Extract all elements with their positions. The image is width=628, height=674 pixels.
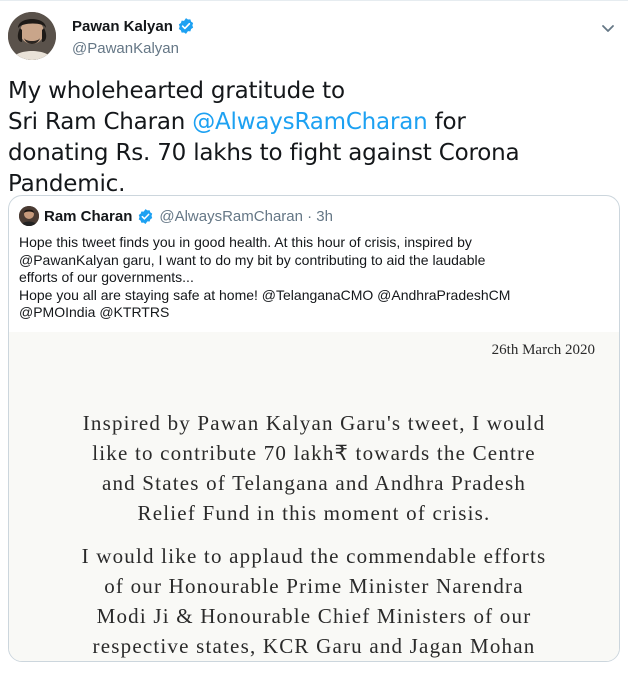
profile-photo-icon	[19, 206, 39, 226]
verified-badge-icon	[177, 17, 195, 35]
author-name-row: Pawan Kalyan	[72, 17, 195, 35]
image-date: 26th March 2020	[491, 342, 595, 358]
quoted-avatar[interactable]	[19, 206, 39, 226]
quoted-tweet-image[interactable]: 26th March 2020 Inspired by Pawan Kalyan…	[9, 332, 619, 661]
verified-badge-icon	[137, 208, 154, 225]
author-display-name[interactable]: Pawan Kalyan	[72, 18, 173, 35]
tweet-text: My wholehearted gratitude to Sri Ram Cha…	[8, 76, 626, 200]
chevron-down-icon[interactable]	[598, 18, 618, 38]
quoted-handle-and-time: @AlwaysRamCharan · 3h	[159, 207, 333, 225]
image-paragraph: Inspired by Pawan Kalyan Garu's tweet, I…	[82, 411, 546, 525]
mention-link[interactable]: @AlwaysRamCharan	[192, 109, 427, 135]
image-paragraph: I would like to applaud the commendable …	[81, 544, 547, 658]
tweet: Pawan Kalyan @PawanKalyan My wholehearte…	[0, 0, 628, 674]
quoted-tweet[interactable]: Ram Charan @AlwaysRamCharan · 3h Hope th…	[8, 195, 620, 662]
avatar[interactable]	[8, 12, 56, 60]
profile-photo-icon	[8, 12, 56, 60]
quoted-display-name: Ram Charan	[44, 207, 133, 225]
quoted-tweet-text: Hope this tweet finds you in good health…	[19, 234, 511, 320]
quoted-tweet-header: Ram Charan @AlwaysRamCharan · 3h	[19, 206, 333, 226]
author-handle[interactable]: @PawanKalyan	[72, 40, 179, 57]
